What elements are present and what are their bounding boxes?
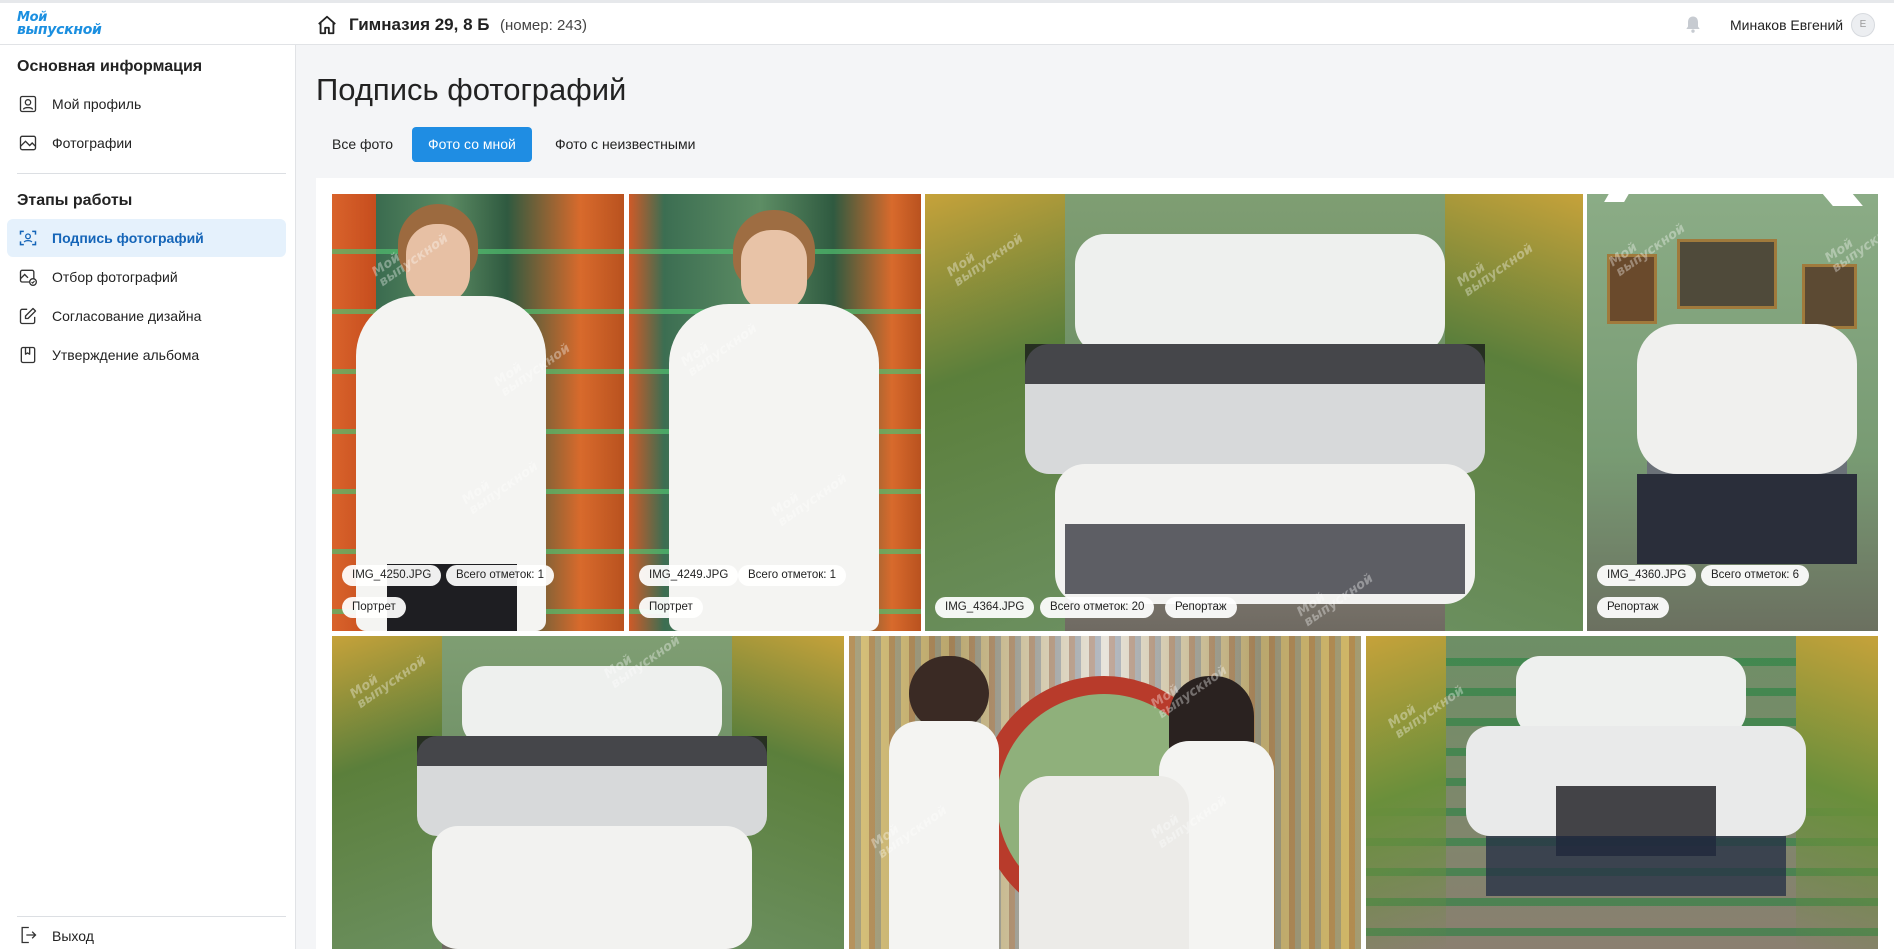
category-chip[interactable]: Портрет bbox=[639, 597, 703, 618]
bell-icon[interactable] bbox=[1683, 13, 1703, 35]
photo-card[interactable]: Мой выпускной Мой выпускной Мой выпускной I… bbox=[925, 194, 1583, 631]
sidebar-item-label: Подпись фотографий bbox=[52, 230, 204, 246]
logo[interactable]: Мой выпускной bbox=[17, 11, 117, 41]
logo-line2: выпускной bbox=[17, 22, 102, 38]
page-title: Подпись фотографий bbox=[316, 72, 627, 107]
category-chip[interactable]: Репортаж bbox=[1597, 597, 1669, 618]
marks-count-chip[interactable]: Всего отметок: 1 bbox=[738, 565, 847, 586]
section-main-info: Основная информация bbox=[17, 58, 203, 75]
file-name-chip[interactable]: IMG_4249.JPG bbox=[639, 565, 739, 586]
user-icon bbox=[19, 95, 37, 113]
divider bbox=[17, 173, 286, 174]
sidebar-item-label: Отбор фотографий bbox=[52, 269, 178, 285]
file-name-chip[interactable]: IMG_4250.JPG bbox=[342, 565, 442, 586]
marks-count-chip[interactable]: Всего отметок: 20 bbox=[1040, 597, 1155, 618]
sidebar: Основная информация Мой профиль Фотограф… bbox=[0, 45, 296, 949]
logout-icon bbox=[21, 926, 37, 944]
select-image-icon bbox=[19, 269, 37, 286]
edit-icon bbox=[19, 307, 37, 325]
sidebar-item-design-approval[interactable]: Согласование дизайна bbox=[7, 297, 286, 335]
file-name-chip[interactable]: IMG_4360.JPG bbox=[1597, 565, 1697, 586]
tab-all-photos[interactable]: Все фото bbox=[316, 127, 409, 162]
category-chip[interactable]: Репортаж bbox=[1165, 597, 1237, 618]
file-name-chip[interactable]: IMG_4364.JPG bbox=[935, 597, 1035, 618]
sidebar-item-label: Фотографии bbox=[52, 135, 133, 151]
tab-photos-with-unknown[interactable]: Фото с неизвестными bbox=[539, 127, 711, 162]
image-icon bbox=[19, 135, 37, 151]
school-title: Гимназия 29, 8 Б bbox=[349, 15, 490, 34]
face-scan-icon bbox=[19, 230, 37, 246]
logout-button[interactable]: Выход bbox=[7, 921, 286, 949]
category-chip[interactable]: Портрет bbox=[342, 597, 406, 618]
section-stages: Этапы работы bbox=[17, 192, 133, 209]
divider bbox=[17, 916, 286, 917]
photo-card[interactable]: Мой выпускной Мой выпускной Мой выпускной bbox=[849, 636, 1361, 949]
user-name[interactable]: Минаков Евгений bbox=[1730, 17, 1843, 33]
sidebar-item-label: Утверждение альбома bbox=[52, 347, 200, 363]
avatar[interactable]: Е bbox=[1851, 13, 1875, 37]
logout-label: Выход bbox=[52, 928, 94, 944]
photo-card[interactable]: Мой выпускной Мой выпускной bbox=[332, 636, 844, 949]
sidebar-item-label: Мой профиль bbox=[52, 96, 142, 112]
sidebar-item-select-photos[interactable]: Отбор фотографий bbox=[7, 258, 286, 296]
home-icon[interactable] bbox=[316, 14, 338, 36]
photo-gallery: Мой выпускной Мой выпускной Мой выпускной I… bbox=[316, 178, 1894, 949]
photo-card[interactable]: Мой выпускной bbox=[1366, 636, 1878, 949]
marks-count-chip[interactable]: Всего отметок: 1 bbox=[446, 565, 555, 586]
album-icon bbox=[20, 346, 36, 364]
marks-count-chip[interactable]: Всего отметок: 6 bbox=[1701, 565, 1810, 586]
sidebar-item-sign-photos[interactable]: Подпись фотографий bbox=[7, 219, 286, 257]
sidebar-item-photos[interactable]: Фотографии bbox=[7, 124, 286, 162]
sidebar-item-album-approval[interactable]: Утверждение альбома bbox=[7, 336, 286, 374]
sidebar-item-label: Согласование дизайна bbox=[52, 308, 202, 324]
photo-card[interactable]: Мой выпускной Мой выпускной IMG_4360.JPG В… bbox=[1587, 194, 1878, 631]
school-number: (номер: 243) bbox=[500, 17, 587, 34]
sidebar-item-profile[interactable]: Мой профиль bbox=[7, 85, 286, 123]
top-bar: Мой выпускной Гимназия 29, 8 Б (номер: 2… bbox=[0, 0, 1894, 45]
photo-card[interactable]: Мой выпускной Мой выпускной IMG_4249.JPG В… bbox=[629, 194, 921, 631]
tab-photos-with-me[interactable]: Фото со мной bbox=[412, 127, 532, 162]
photo-card[interactable]: Мой выпускной Мой выпускной Мой выпускной I… bbox=[332, 194, 624, 631]
